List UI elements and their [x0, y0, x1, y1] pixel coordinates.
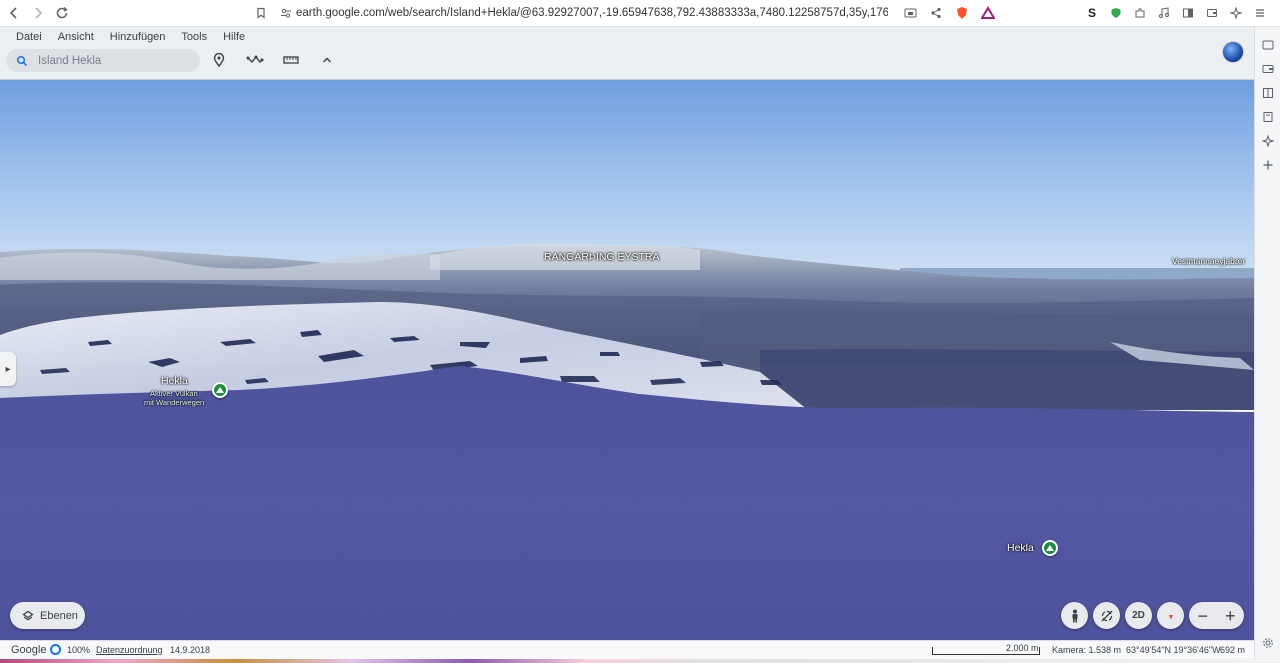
chevron-up-icon[interactable]	[316, 49, 338, 71]
sidebar-tabs-icon[interactable]	[1255, 33, 1280, 57]
cursor-elevation: 692 m	[1220, 645, 1246, 655]
browser-sidebar	[1254, 27, 1280, 663]
scale-label: 2.000 m	[1006, 643, 1039, 653]
menu-bar: Datei Ansicht Hinzufügen Tools Hilfe	[8, 30, 253, 44]
bottom-wallpaper-strip	[0, 659, 1280, 663]
island-label[interactable]: Vestmannaeyjabær	[1172, 256, 1245, 266]
sidebar-leo-icon[interactable]	[1255, 129, 1280, 153]
chevron-right-icon: ▸	[5, 363, 11, 375]
share-icon[interactable]	[926, 3, 946, 23]
street-view-button[interactable]	[1061, 602, 1088, 629]
bookmark-icon[interactable]	[250, 2, 272, 24]
zoom-control: − +	[1189, 602, 1244, 629]
poi-hekla-label[interactable]: Hekla	[161, 375, 188, 387]
loading-ring-icon	[50, 644, 61, 655]
compass-button[interactable]	[1157, 602, 1184, 629]
google-logo: Google	[11, 644, 47, 656]
cursor-coordinates: 63°49'54"N 19°36'46"W	[1126, 645, 1221, 655]
sidebar-reading-list-icon[interactable]	[1255, 81, 1280, 105]
brave-shield-icon[interactable]	[952, 3, 972, 23]
sidebar-add-icon[interactable]	[1255, 153, 1280, 177]
search-icon	[16, 55, 28, 66]
poi-hekla-sub1: Aktiver Vulkan	[150, 389, 198, 398]
site-settings-icon[interactable]	[280, 7, 292, 19]
browser-toolbar: earth.google.com/web/search/Island+Hekla…	[0, 0, 1280, 27]
zoom-out-button[interactable]: −	[1190, 606, 1216, 626]
forward-icon[interactable]	[28, 3, 48, 23]
zoom-in-button[interactable]: +	[1217, 606, 1243, 626]
address-bar[interactable]: earth.google.com/web/search/Island+Hekla…	[250, 2, 998, 24]
url-text[interactable]: earth.google.com/web/search/Island+Hekla…	[296, 7, 888, 19]
account-globe-icon[interactable]	[1222, 41, 1244, 63]
leo-ai-icon[interactable]	[1226, 3, 1246, 23]
path-icon[interactable]	[244, 49, 266, 71]
extension-shield-icon[interactable]	[1106, 3, 1126, 23]
rotate-icon	[1101, 610, 1112, 621]
menu-item-datei[interactable]: Datei	[8, 30, 50, 44]
sidebar-bookmarks-icon[interactable]	[1255, 105, 1280, 129]
menu-item-tools[interactable]: Tools	[173, 30, 215, 44]
earth-3d-view[interactable]: RANGÁRÞING EYSTRA Vestmannaeyjabær Hekla…	[0, 80, 1254, 640]
expand-panel-button[interactable]: ▸	[0, 352, 16, 386]
sidebar-toggle-icon[interactable]	[1178, 3, 1198, 23]
camera-altitude: Kamera: 1.538 m	[1052, 645, 1122, 655]
terrain-scene[interactable]	[0, 80, 1254, 640]
ruler-icon[interactable]	[280, 49, 302, 71]
media-icon[interactable]	[1154, 3, 1174, 23]
earth-toolbar: Datei Ansicht Hinzufügen Tools Hilfe	[0, 27, 1254, 80]
reload-icon[interactable]	[52, 3, 72, 23]
cast-icon[interactable]	[900, 3, 920, 23]
menu-icon[interactable]	[1250, 3, 1270, 23]
pegman-icon	[1072, 609, 1077, 622]
search-box[interactable]	[6, 49, 200, 72]
volcano-poi-icon[interactable]	[212, 382, 228, 398]
search-input[interactable]	[38, 54, 188, 67]
attribution-link[interactable]: Datenzuordnung	[96, 645, 163, 655]
poi-hekla-sub2: mit Wanderwegen	[144, 398, 205, 407]
compass-icon	[1168, 614, 1173, 619]
extensions-puzzle-icon[interactable]	[1130, 3, 1150, 23]
layers-button[interactable]: Ebenen	[10, 602, 85, 629]
extension-s-icon[interactable]: S	[1082, 3, 1102, 23]
imagery-date: 14.9.2018	[170, 645, 211, 655]
sidebar-settings-gear-icon[interactable]	[1255, 631, 1280, 655]
poi-hekla-near-label[interactable]: Hekla	[1007, 542, 1034, 554]
brave-rewards-icon[interactable]	[978, 3, 998, 23]
menu-item-hinzufuegen[interactable]: Hinzufügen	[102, 30, 174, 44]
back-icon[interactable]	[4, 3, 24, 23]
menu-item-hilfe[interactable]: Hilfe	[215, 30, 253, 44]
load-progress: 100%	[67, 645, 91, 655]
region-label[interactable]: RANGÁRÞING EYSTRA	[544, 251, 660, 263]
placemark-icon[interactable]	[208, 49, 230, 71]
layers-icon	[22, 610, 34, 621]
volcano-poi-near-icon[interactable]	[1042, 540, 1058, 556]
wallet-icon[interactable]	[1202, 3, 1222, 23]
toggle-2d-button[interactable]: 2D	[1125, 602, 1152, 629]
rotate-view-button[interactable]	[1093, 602, 1120, 629]
sidebar-wallet-icon[interactable]	[1255, 57, 1280, 81]
layers-label: Ebenen	[40, 609, 78, 622]
status-bar: Google 100% Datenzuordnung 14.9.2018 2.0…	[0, 640, 1254, 659]
menu-item-ansicht[interactable]: Ansicht	[50, 30, 102, 44]
